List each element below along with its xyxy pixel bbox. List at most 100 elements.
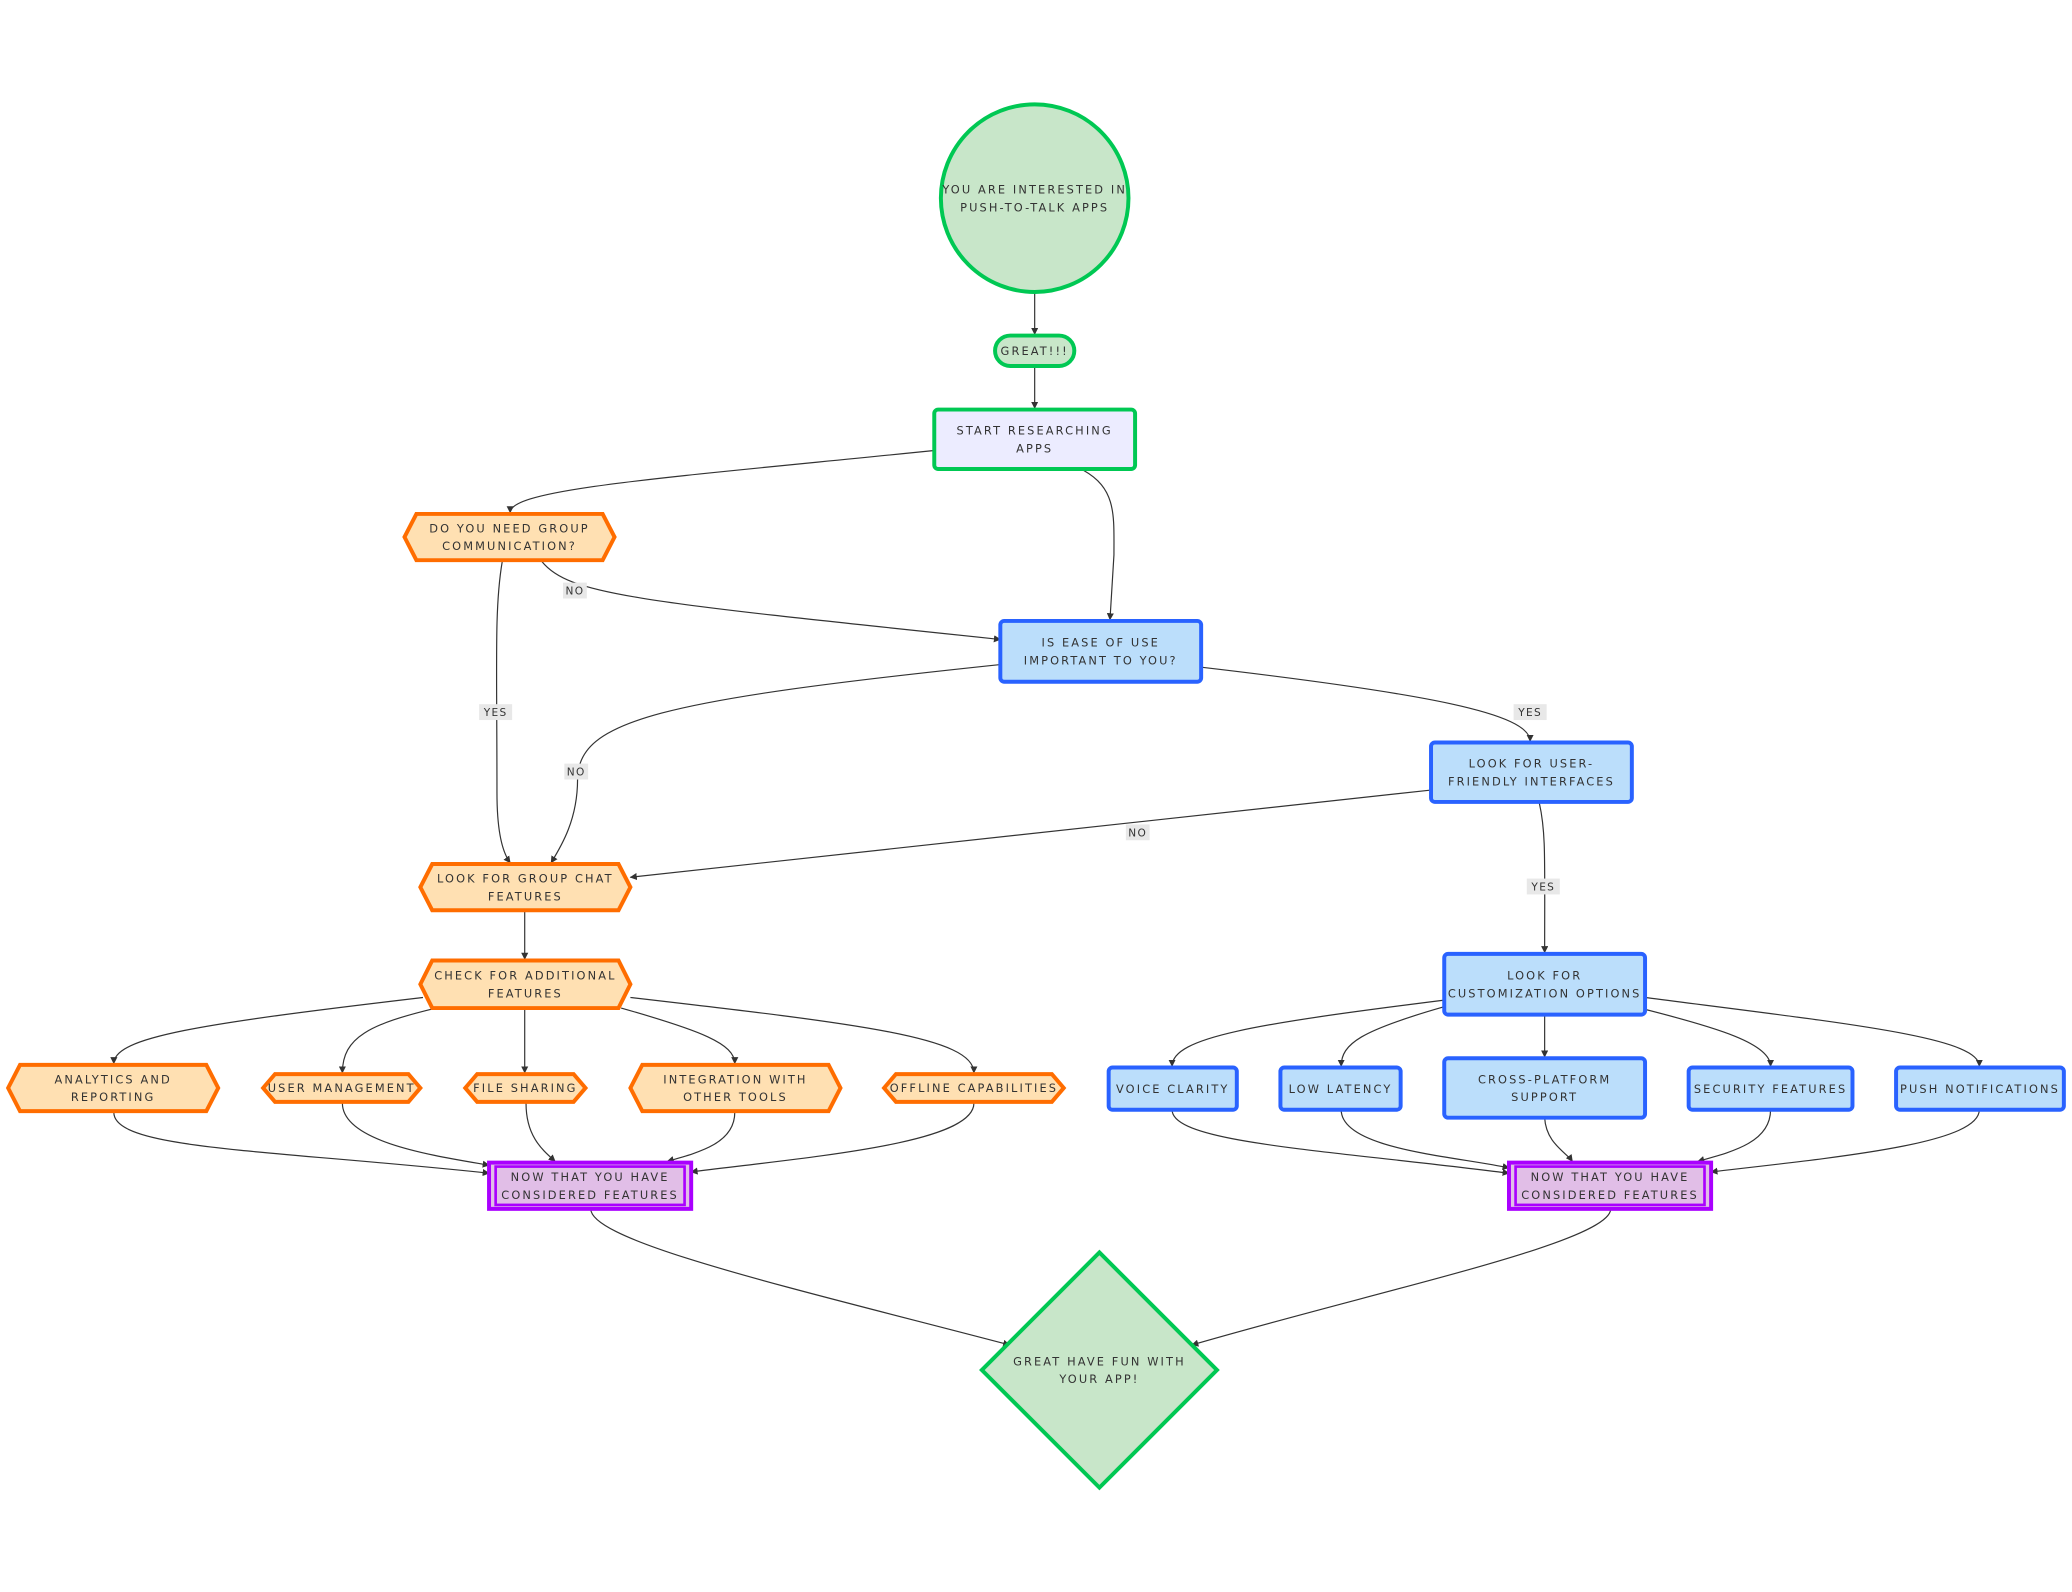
- node-label: CROSS-PLATFORM: [1478, 1072, 1611, 1086]
- node-ease[interactable]: IS EASE OF USE IMPORTANT TO YOU?: [998, 618, 1204, 684]
- node-latency[interactable]: LOW LATENCY: [1278, 1065, 1403, 1112]
- node-label: LOW LATENCY: [1289, 1082, 1393, 1096]
- node-label: REPORTING: [71, 1090, 156, 1104]
- node-label: SUPPORT: [1511, 1090, 1578, 1104]
- nodes: YOU ARE INTERESTED IN PUSH-TO-TALK APPS GR…: [5, 102, 2066, 1491]
- node-filesharing[interactable]: FILE SHARING: [462, 1072, 589, 1104]
- edge-label: YES: [1526, 878, 1560, 895]
- edge-groupcomm-to-ease: [541, 561, 1002, 643]
- node-label: CUSTOMIZATION OPTIONS: [1448, 986, 1642, 1000]
- node-label: NOW THAT YOU HAVE: [511, 1170, 670, 1184]
- node-analytics[interactable]: ANALYTICS AND REPORTING: [5, 1062, 221, 1114]
- edge-label: NO: [1125, 824, 1150, 841]
- edge-label: NO: [563, 582, 587, 599]
- node-label: OFFLINE CAPABILITIES: [890, 1081, 1058, 1095]
- edge-push-to-now2: [1710, 1109, 1980, 1175]
- edge-userfriendly-to-groupchat: [629, 789, 1432, 881]
- node-voice[interactable]: VOICE CLARITY: [1106, 1065, 1239, 1112]
- node-integration[interactable]: INTEGRATION WITH OTHER TOOLS: [628, 1062, 843, 1114]
- edge-now1-to-final: [590, 1208, 1011, 1347]
- node-label: USER MANAGEMENT: [268, 1081, 416, 1095]
- node-now1[interactable]: NOW THAT YOU HAVE CONSIDERED FEATURES: [487, 1160, 694, 1211]
- node-label: INTEGRATION WITH: [663, 1072, 807, 1086]
- edge-customization-to-push: [1644, 996, 1983, 1067]
- node-push[interactable]: PUSH NOTIFICATIONS: [1894, 1065, 2066, 1112]
- node-great[interactable]: GREAT!!!: [993, 333, 1077, 368]
- edge-integration-to-now1: [666, 1112, 736, 1164]
- rect-shape: [1442, 1056, 1648, 1120]
- edge-analytics-to-now1: [113, 1112, 490, 1177]
- node-label: IMPORTANT TO YOU?: [1024, 653, 1178, 667]
- node-now2[interactable]: NOW THAT YOU HAVE CONSIDERED FEATURES: [1506, 1160, 1714, 1211]
- edge-customization-to-security: [1644, 1008, 1775, 1067]
- edge-ease-to-groupchat: [550, 663, 1001, 864]
- edge-security-to-now2: [1697, 1109, 1772, 1164]
- node-offline[interactable]: OFFLINE CAPABILITIES: [881, 1072, 1067, 1104]
- node-final[interactable]: GREAT HAVE FUN WITH YOUR APP!: [979, 1249, 1220, 1491]
- svg-text:YES: YES: [1517, 707, 1542, 719]
- node-cross[interactable]: CROSS-PLATFORM SUPPORT: [1442, 1056, 1648, 1120]
- node-groupchat[interactable]: LOOK FOR GROUP CHAT FEATURES: [418, 862, 633, 913]
- node-label: VOICE CLARITY: [1116, 1082, 1229, 1096]
- edge-userfriendly-to-customization: [1538, 803, 1549, 954]
- svg-text:NO: NO: [567, 767, 586, 779]
- node-label: ANALYTICS AND: [54, 1072, 171, 1086]
- node-label: START RESEARCHING: [957, 424, 1113, 438]
- edge-customization-to-voice: [1168, 999, 1445, 1067]
- svg-text:NO: NO: [1128, 827, 1147, 839]
- node-additional[interactable]: CHECK FOR ADDITIONAL FEATURES: [418, 958, 633, 1011]
- node-label: CHECK FOR ADDITIONAL: [434, 969, 616, 983]
- node-label: PUSH NOTIFICATIONS: [1900, 1082, 2060, 1096]
- node-label: FRIENDLY INTERFACES: [1448, 774, 1615, 788]
- rect-shape: [932, 407, 1138, 471]
- node-label: SECURITY FEATURES: [1694, 1082, 1847, 1096]
- node-label: FILE SHARING: [473, 1081, 577, 1095]
- node-label: APPS: [1016, 441, 1053, 455]
- edge-usermgmt-to-now1: [341, 1103, 490, 1168]
- node-label: LOOK FOR: [1507, 969, 1582, 983]
- node-label: FEATURES: [488, 986, 563, 1000]
- edge-label: NO: [564, 763, 589, 780]
- svg-text:YES: YES: [1530, 881, 1555, 893]
- edge-filesharing-to-now1: [525, 1103, 556, 1162]
- edge-ease-to-userfriendly: [1201, 666, 1534, 742]
- flowchart: YOU ARE INTERESTED IN PUSH-TO-TALK APPS GR…: [5, 102, 2066, 1491]
- node-label: COMMUNICATION?: [442, 539, 577, 553]
- edge-label: YES: [479, 704, 513, 721]
- node-label: PUSH-TO-TALK APPS: [960, 200, 1109, 214]
- rect-shape: [1442, 951, 1648, 1017]
- edge-offline-to-now1: [690, 1103, 975, 1175]
- edge-now2-to-final: [1191, 1208, 1612, 1347]
- svg-text:NO: NO: [565, 586, 584, 598]
- node-security[interactable]: SECURITY FEATURES: [1686, 1065, 1855, 1112]
- node-label: CONSIDERED FEATURES: [501, 1188, 679, 1202]
- node-research[interactable]: START RESEARCHING APPS: [932, 407, 1138, 471]
- node-label: LOOK FOR USER-: [1469, 757, 1595, 771]
- node-groupcomm[interactable]: DO YOU NEED GROUP COMMUNICATION?: [402, 511, 617, 563]
- node-label: LOOK FOR GROUP CHAT: [437, 871, 614, 885]
- rect-shape: [998, 618, 1204, 684]
- node-label: DO YOU NEED GROUP: [429, 521, 589, 535]
- node-customization[interactable]: LOOK FOR CUSTOMIZATION OPTIONS: [1442, 951, 1648, 1017]
- edge-research-to-groupcomm: [506, 449, 935, 514]
- node-label: FEATURES: [488, 889, 563, 903]
- node-label: IS EASE OF USE: [1041, 636, 1160, 650]
- node-label: OTHER TOOLS: [683, 1090, 788, 1104]
- node-usermgmt[interactable]: USER MANAGEMENT: [260, 1072, 423, 1104]
- edge-additional-to-integration: [620, 1007, 739, 1065]
- edge-research-to-ease: [1083, 469, 1115, 621]
- node-label: GREAT HAVE FUN WITH: [1013, 1354, 1186, 1368]
- edge-additional-to-usermgmt: [338, 1007, 437, 1074]
- edge-customization-to-latency: [1337, 1006, 1445, 1067]
- node-label: YOUR APP!: [1058, 1372, 1139, 1386]
- circle-shape: [938, 102, 1131, 294]
- node-label: NOW THAT YOU HAVE: [1531, 1170, 1690, 1184]
- svg-text:YES: YES: [483, 707, 508, 719]
- edge-additional-to-offline: [630, 996, 978, 1074]
- node-start[interactable]: YOU ARE INTERESTED IN PUSH-TO-TALK APPS: [938, 102, 1131, 294]
- edge-label: YES: [1513, 704, 1547, 721]
- diamond-shape: [979, 1249, 1220, 1491]
- node-label: GREAT!!!: [1001, 344, 1069, 358]
- node-userfriendly[interactable]: LOOK FOR USER- FRIENDLY INTERFACES: [1429, 740, 1634, 804]
- edge-additional-to-analytics: [110, 996, 424, 1065]
